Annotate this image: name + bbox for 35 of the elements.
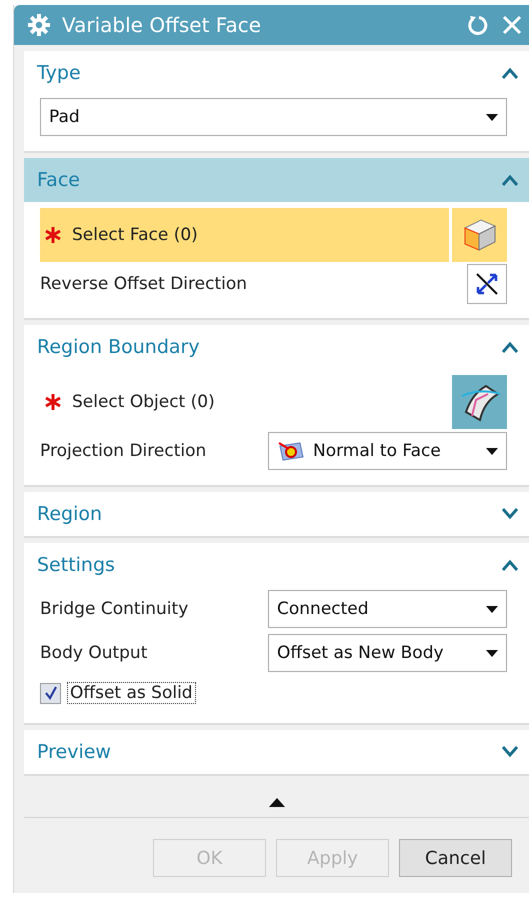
dropdown-caret-icon bbox=[486, 448, 498, 454]
field-label: Reverse Offset Direction bbox=[40, 274, 248, 294]
option-dropdown[interactable]: Connected bbox=[268, 590, 507, 628]
checkbox[interactable] bbox=[40, 682, 61, 704]
dropdown-caret-icon bbox=[486, 606, 498, 612]
reverse-arrows-icon bbox=[474, 271, 500, 297]
expand-chevron-icon[interactable] bbox=[501, 746, 519, 758]
dropdown-caret-icon bbox=[486, 650, 498, 656]
projection-icon bbox=[277, 440, 305, 462]
selection-prompt[interactable]: Select Object (0) bbox=[40, 375, 449, 429]
collapse-chevron-icon[interactable] bbox=[501, 174, 519, 186]
collapse-chevron-icon[interactable] bbox=[501, 559, 519, 571]
type-dropdown[interactable]: Pad bbox=[40, 98, 507, 136]
reset-icon[interactable] bbox=[467, 14, 489, 36]
dropdown-caret-icon bbox=[486, 114, 498, 120]
settings-icon bbox=[28, 14, 50, 36]
required-asterisk-icon bbox=[44, 226, 62, 244]
close-icon[interactable] bbox=[501, 14, 523, 36]
selection-prompt[interactable]: Select Face (0) bbox=[40, 208, 449, 262]
field-label: Body Output bbox=[40, 643, 148, 663]
required-asterisk-icon bbox=[44, 393, 62, 411]
field-label: Projection Direction bbox=[40, 441, 208, 461]
reverse-direction-button[interactable] bbox=[467, 264, 507, 304]
expand-chevron-icon[interactable] bbox=[501, 508, 519, 520]
checkbox-label[interactable]: Offset as Solid bbox=[67, 682, 196, 704]
collapse-chevron-icon[interactable] bbox=[501, 67, 519, 79]
select-button[interactable] bbox=[452, 375, 507, 429]
option-dropdown[interactable]: Offset as New Body bbox=[268, 634, 507, 672]
option-dropdown[interactable]: Normal to Face bbox=[268, 432, 507, 470]
checkmark-icon bbox=[44, 686, 58, 700]
field-label: Bridge Continuity bbox=[40, 599, 190, 619]
dialog-button[interactable]: Cancel bbox=[399, 839, 512, 877]
collapse-triangle-icon[interactable] bbox=[268, 798, 284, 806]
window-title: Variable Offset Face bbox=[62, 13, 262, 37]
collapse-chevron-icon[interactable] bbox=[501, 341, 519, 353]
